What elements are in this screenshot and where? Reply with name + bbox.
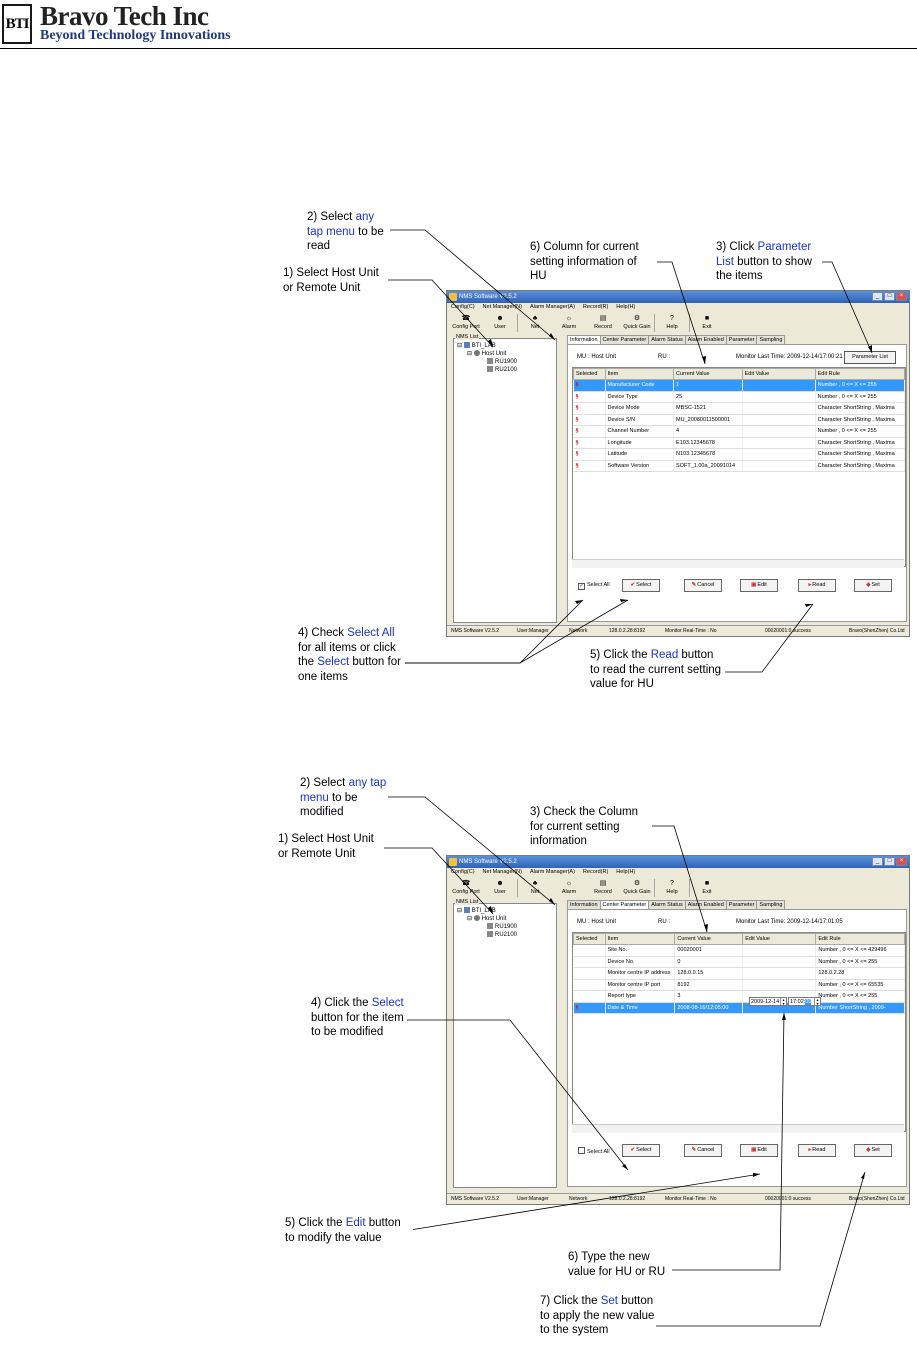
arrow-head xyxy=(702,356,706,364)
arrow-head xyxy=(575,600,583,604)
callout-step-7-set: 7) Click the Set button to apply the new… xyxy=(540,1294,656,1338)
callout-step-2-select-tab: 2) Select any tap menu to be modified xyxy=(300,776,388,820)
arrow-head xyxy=(488,339,493,347)
callout-step-4-select-item: 4) Click the Select button for the item … xyxy=(311,996,407,1040)
leader-line xyxy=(720,603,814,673)
arrow-head xyxy=(488,906,493,914)
leader-line xyxy=(670,1012,785,1271)
callout-step-4-select-all: 4) Check Select All for all items or cli… xyxy=(298,626,402,684)
leader-line xyxy=(405,599,584,664)
callout-step-6-current-column: 6) Column for current setting informatio… xyxy=(530,240,654,284)
leader-line xyxy=(385,279,494,348)
arrow-head xyxy=(782,1013,786,1020)
leader-line xyxy=(390,1019,629,1171)
arrow-head xyxy=(861,1172,865,1179)
callout-step-2-select-tab: 2) Select any tap menu to be read xyxy=(307,210,390,254)
callout-step-3-check-column: 3) Check the Column for current setting … xyxy=(530,805,652,849)
callout-step-1-select-unit: 1) Select Host Unit or Remote Unit xyxy=(278,832,384,861)
arrow-head xyxy=(704,924,708,932)
arrow-head xyxy=(549,333,555,340)
leader-line xyxy=(409,1173,761,1231)
leader-line xyxy=(650,825,708,933)
leader-line xyxy=(657,261,706,365)
arrow-head xyxy=(549,898,555,905)
leader-line xyxy=(656,1171,866,1327)
callout-step-1-select-unit: 1) Select Host Unit or Remote Unit xyxy=(283,266,388,295)
arrow-head xyxy=(622,1164,628,1170)
callout-leader-lines xyxy=(362,229,873,1327)
arrow-head xyxy=(753,1173,760,1177)
callout-step-5-read: 5) Click the Read button to read the cur… xyxy=(590,648,725,692)
leader-line xyxy=(822,261,873,354)
callout-step-3-parameter-list: 3) Click Parameter List button to show t… xyxy=(716,240,822,284)
callout-step-5-edit: 5) Click the Edit button to modify the v… xyxy=(285,1216,413,1245)
callout-step-6-type-value: 6) Type the new value for HU or RU xyxy=(568,1250,672,1279)
